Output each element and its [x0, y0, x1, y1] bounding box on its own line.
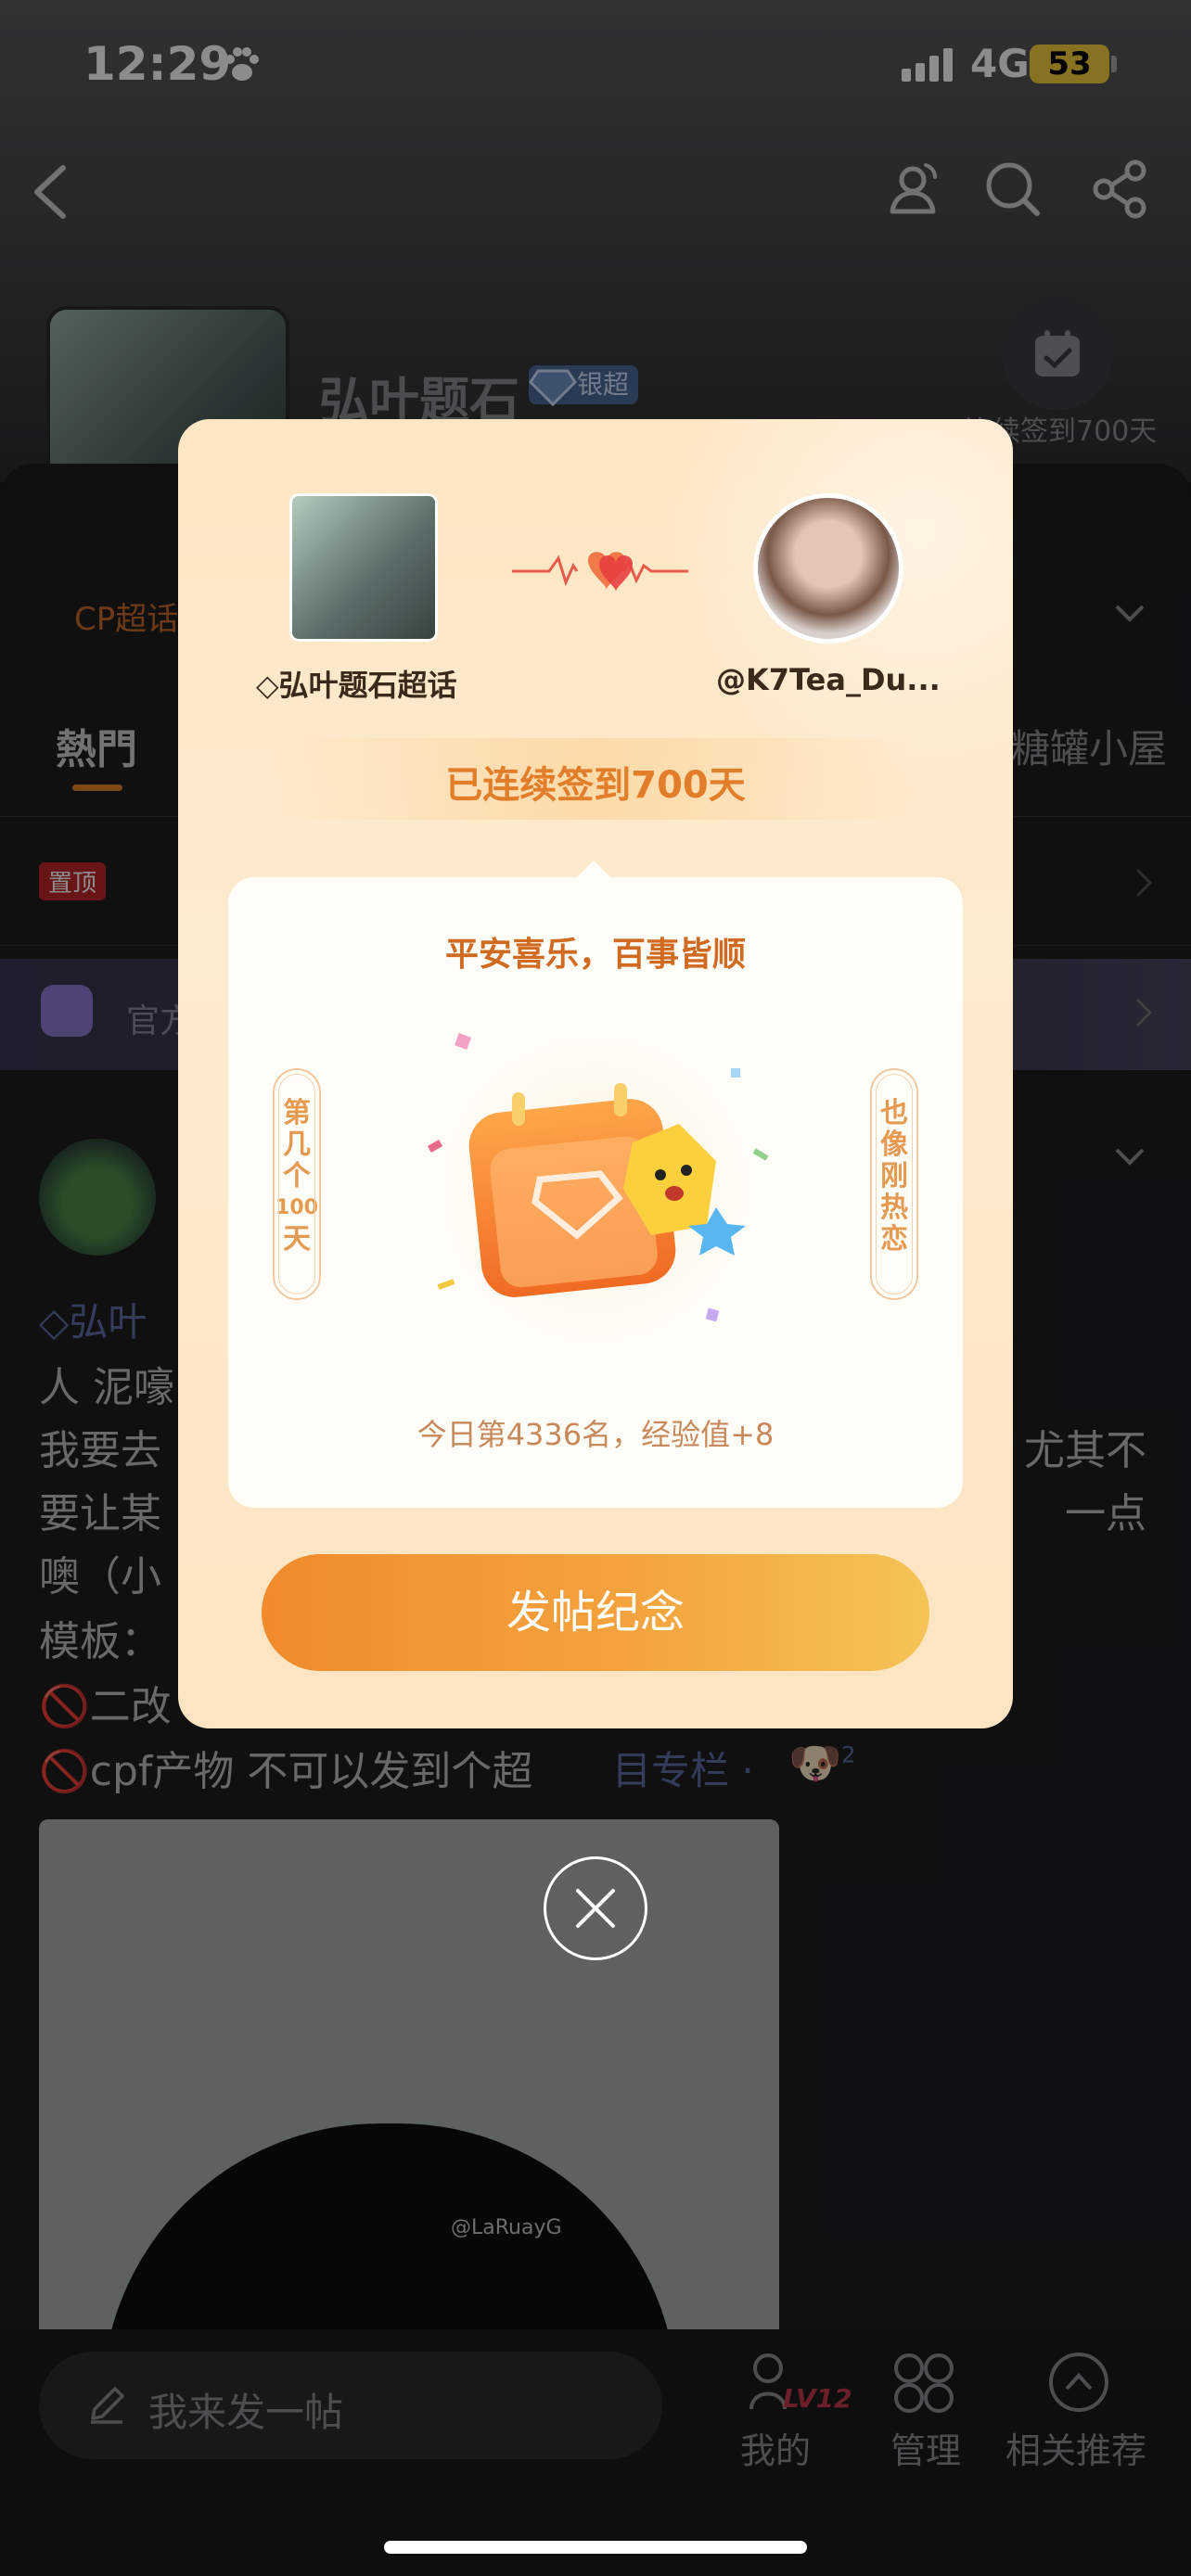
topic-cover-thumbnail [289, 493, 438, 642]
blessing-text: 平安喜乐，百事皆顺 [444, 936, 746, 974]
rank-text: 今日第4336名，经验值+8 [416, 1417, 775, 1452]
side-scroll-left: 第 几 个 100 天 [273, 1068, 321, 1300]
home-indicator [384, 2541, 807, 2554]
side-scroll-right: 也 像 刚 热 恋 [870, 1068, 918, 1300]
post-commemorate-button[interactable]: 发帖纪念 [262, 1554, 929, 1671]
user-avatar [753, 493, 903, 644]
heartbeat-hearts-icon [512, 552, 688, 592]
calendar-mascot-illustration [419, 1013, 772, 1365]
topic-name: ◇弘叶题石超话 [256, 668, 457, 703]
close-icon [576, 1889, 615, 1928]
diamond-icon: ◇ [256, 668, 279, 703]
close-modal-button[interactable] [544, 1856, 647, 1960]
checkin-modal: ◇弘叶题石超话 @K7Tea_Du... 已连续签到700天 平安喜乐，百事皆顺… [178, 419, 1013, 1728]
user-name: @K7Tea_Du... [716, 662, 941, 697]
streak-text: 已连续签到700天 [445, 764, 746, 807]
